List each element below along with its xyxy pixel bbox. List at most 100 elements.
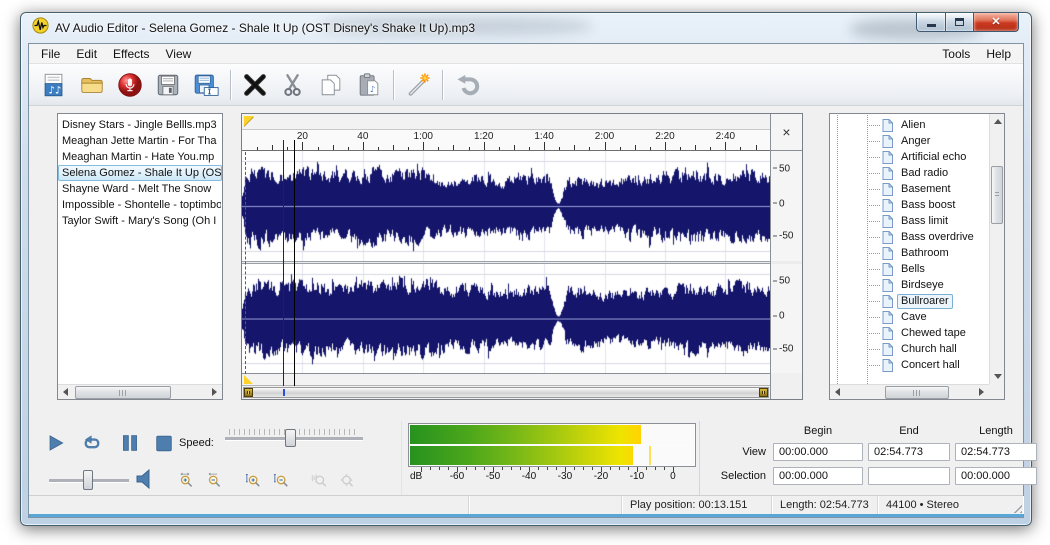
effect-item[interactable]: Bullroarer: [830, 293, 989, 309]
playlist-item[interactable]: Meaghan Jette Martin - For Tha: [58, 133, 222, 149]
ruler-tick-label: 2:40: [715, 131, 736, 142]
zoom-to-selection-button[interactable]: [305, 467, 332, 493]
tree-branch: [867, 204, 880, 206]
maximize-button[interactable]: [945, 13, 973, 32]
effect-item[interactable]: Anger: [830, 133, 989, 149]
delete-button[interactable]: [236, 66, 274, 104]
volume-thumb[interactable]: [83, 470, 93, 490]
selection-end-field[interactable]: [868, 467, 950, 485]
waveform-channel-left[interactable]: [242, 151, 770, 261]
effect-item[interactable]: Bells: [830, 261, 989, 277]
playlist-horizontal-scrollbar[interactable]: [58, 384, 222, 399]
play-button[interactable]: [41, 429, 71, 457]
stop-button[interactable]: [149, 429, 179, 457]
zoom-in-vertical-button[interactable]: [239, 467, 266, 493]
titlebar[interactable]: AV Audio Editor - Selena Gomez - Shale I…: [21, 13, 1031, 43]
timeline-ruler[interactable]: 20 40 1:00 1:20 1:40 2:00 2:20 2:40: [242, 130, 770, 151]
record-button[interactable]: [111, 66, 149, 104]
close-wave-view-button[interactable]: ×: [770, 114, 802, 151]
effect-item[interactable]: Concert hall: [830, 357, 989, 373]
zoom-full-button[interactable]: [333, 467, 360, 493]
waveform-right-canvas[interactable]: [242, 263, 770, 373]
zoom-in-horizontal-button[interactable]: [173, 467, 200, 493]
menu-item[interactable]: View: [158, 45, 200, 63]
end-marker-flag-icon[interactable]: [244, 375, 253, 384]
effect-item[interactable]: Bass boost: [830, 197, 989, 213]
nav-handle-right[interactable]: [759, 388, 768, 397]
effect-item[interactable]: Alien: [830, 117, 989, 133]
scale-label: -50: [773, 231, 793, 242]
menu-item[interactable]: File: [33, 45, 68, 63]
effect-item[interactable]: Church hall: [830, 341, 989, 357]
undo-button[interactable]: [448, 66, 486, 104]
new-audio-file-button[interactable]: ♪♪: [35, 66, 73, 104]
pause-button[interactable]: [115, 429, 145, 457]
effect-item[interactable]: Birdseye: [830, 277, 989, 293]
scrollbar-thumb[interactable]: [885, 385, 949, 399]
ruler-minor-tick: [513, 145, 515, 150]
speed-track[interactable]: [225, 429, 363, 447]
menu-item[interactable]: Help: [978, 45, 1019, 63]
meter-channel-left: [410, 425, 694, 444]
scrollbar-corner: [989, 384, 1004, 399]
copy-button[interactable]: [312, 66, 350, 104]
scrollbar-thumb[interactable]: [75, 385, 171, 399]
scroll-right-button[interactable]: [207, 385, 222, 400]
effect-item[interactable]: Bathroom: [830, 245, 989, 261]
start-marker-flag-icon[interactable]: [244, 116, 254, 126]
ruler-minor-tick: [393, 145, 395, 150]
effect-item[interactable]: Artificial echo: [830, 149, 989, 165]
audio-file-icon: ♪♪: [44, 73, 63, 96]
zoom-out-vertical-button[interactable]: [267, 467, 294, 493]
zoom-out-horizontal-button[interactable]: [201, 467, 228, 493]
menu-item[interactable]: Edit: [68, 45, 105, 63]
scroll-left-button[interactable]: [58, 385, 73, 400]
effect-item[interactable]: Chewed tape: [830, 325, 989, 341]
view-begin-field[interactable]: 00:00.000: [773, 443, 863, 461]
open-file-button[interactable]: [73, 66, 111, 104]
effects-vertical-scrollbar[interactable]: [989, 114, 1004, 384]
bottom-marker-row[interactable]: [242, 373, 770, 385]
playlist-item[interactable]: Impossible - Shontelle - toptimbo: [58, 197, 222, 213]
scroll-down-button[interactable]: [990, 369, 1004, 384]
apply-effect-wand-button[interactable]: [399, 66, 437, 104]
playlist-item[interactable]: Disney Stars - Jingle Bellls.mp3: [58, 117, 222, 133]
effect-item[interactable]: Bass limit: [830, 213, 989, 229]
scrollbar-thumb[interactable]: [991, 166, 1003, 224]
paste-button[interactable]: ♪: [350, 66, 388, 104]
scroll-left-button[interactable]: [830, 385, 845, 400]
effect-item[interactable]: Bass overdrive: [830, 229, 989, 245]
minimize-button[interactable]: [916, 13, 945, 32]
menu-item[interactable]: Tools: [934, 45, 978, 63]
playlist-item[interactable]: Meaghan Martin - Hate You.mp: [58, 149, 222, 165]
save-button[interactable]: [149, 66, 187, 104]
cut-button[interactable]: [274, 66, 312, 104]
scroll-right-button[interactable]: [974, 385, 989, 400]
scroll-up-button[interactable]: [990, 114, 1004, 129]
speed-slider[interactable]: [225, 429, 363, 447]
amplitude-scale-left: 50 0 -50: [770, 151, 802, 261]
scale-corner: [770, 373, 802, 399]
view-end-field[interactable]: 02:54.773: [868, 443, 950, 461]
playlist-item[interactable]: Selena Gomez - Shale It Up (OS: [58, 165, 222, 181]
view-length-field[interactable]: 02:54.773: [955, 443, 1037, 461]
selection-begin-field[interactable]: 00:00.000: [773, 467, 863, 485]
waveform-channel-right[interactable]: [242, 263, 770, 373]
effect-item[interactable]: Bad radio: [830, 165, 989, 181]
waveform-left-canvas[interactable]: [242, 151, 770, 261]
top-marker-row[interactable]: [242, 114, 770, 130]
playlist-item[interactable]: Shayne Ward - Melt The Snow: [58, 181, 222, 197]
selection-length-field[interactable]: 00:00.000: [955, 467, 1037, 485]
close-button[interactable]: ✕: [973, 13, 1019, 32]
effects-horizontal-scrollbar[interactable]: [830, 384, 989, 399]
wave-navigation-bar[interactable]: [243, 387, 769, 398]
nav-handle-left[interactable]: [244, 388, 253, 397]
volume-slider[interactable]: [49, 470, 129, 490]
playlist-item[interactable]: Taylor Swift - Mary's Song (Oh I: [58, 213, 222, 229]
save-as-button[interactable]: [187, 66, 225, 104]
effect-item[interactable]: Basement: [830, 181, 989, 197]
loop-button[interactable]: [77, 429, 107, 457]
effect-item[interactable]: Cave: [830, 309, 989, 325]
speed-thumb[interactable]: [285, 429, 296, 447]
menu-item[interactable]: Effects: [105, 45, 157, 63]
